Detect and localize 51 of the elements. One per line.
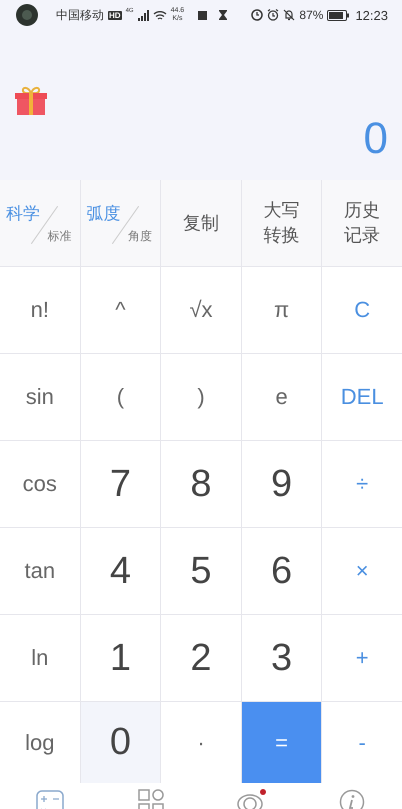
- key-button[interactable]: (: [80, 354, 160, 440]
- key-button[interactable]: 2: [161, 615, 241, 701]
- key-button[interactable]: DEL: [322, 354, 402, 440]
- result-display: 0: [364, 114, 388, 164]
- avatar-icon: [16, 4, 38, 26]
- key-button[interactable]: π: [242, 267, 322, 353]
- key-button[interactable]: ): [161, 354, 241, 440]
- key-button[interactable]: 8: [161, 441, 241, 527]
- battery-percent: 87%: [299, 8, 324, 22]
- function-button[interactable]: 历史 记录: [322, 180, 402, 266]
- key-button[interactable]: -: [322, 702, 402, 783]
- grid-icon[interactable]: [138, 789, 164, 809]
- equals-button[interactable]: =: [242, 702, 322, 783]
- key-button[interactable]: +: [322, 615, 402, 701]
- key-button[interactable]: √x: [161, 267, 241, 353]
- key-button[interactable]: C: [322, 267, 402, 353]
- key-button[interactable]: ÷: [322, 441, 402, 527]
- clock-icon: [251, 9, 264, 21]
- function-button[interactable]: 大写 转换: [242, 180, 322, 266]
- key-button[interactable]: 7: [80, 441, 160, 527]
- wifi-icon: [152, 10, 167, 20]
- key-button[interactable]: 4: [80, 528, 160, 614]
- key-button[interactable]: e: [242, 354, 322, 440]
- carrier-name: 中国移动: [56, 6, 104, 24]
- hd-label: HD: [108, 10, 122, 20]
- battery-icon: [327, 10, 350, 20]
- key-button[interactable]: cos: [0, 441, 80, 527]
- key-button[interactable]: ×: [322, 528, 402, 614]
- key-button[interactable]: 0: [80, 702, 160, 783]
- key-button[interactable]: log: [0, 702, 80, 783]
- key-button[interactable]: 9: [242, 441, 322, 527]
- key-button[interactable]: tan: [0, 528, 80, 614]
- function-button[interactable]: 复制: [161, 180, 241, 266]
- mode-toggle[interactable]: 弧度 角度: [80, 180, 160, 266]
- alarm-icon: [267, 9, 280, 21]
- key-button[interactable]: ln: [0, 615, 80, 701]
- clock-time: 12:23: [355, 8, 388, 22]
- key-button[interactable]: 1: [80, 615, 160, 701]
- key-button[interactable]: ·: [161, 702, 241, 783]
- key-button[interactable]: ^: [80, 267, 160, 353]
- hourglass-icon: [219, 10, 228, 20]
- key-button[interactable]: n!: [0, 267, 80, 353]
- info-icon[interactable]: [338, 789, 365, 809]
- mode-toggle[interactable]: 科学 标准: [0, 180, 80, 266]
- signal-icon: [138, 10, 149, 20]
- muted-bell-icon: [283, 9, 296, 21]
- key-button[interactable]: 5: [161, 528, 241, 614]
- square-icon: [198, 10, 208, 20]
- key-button[interactable]: sin: [0, 354, 80, 440]
- key-button[interactable]: 3: [242, 615, 322, 701]
- key-button[interactable]: 6: [242, 528, 322, 614]
